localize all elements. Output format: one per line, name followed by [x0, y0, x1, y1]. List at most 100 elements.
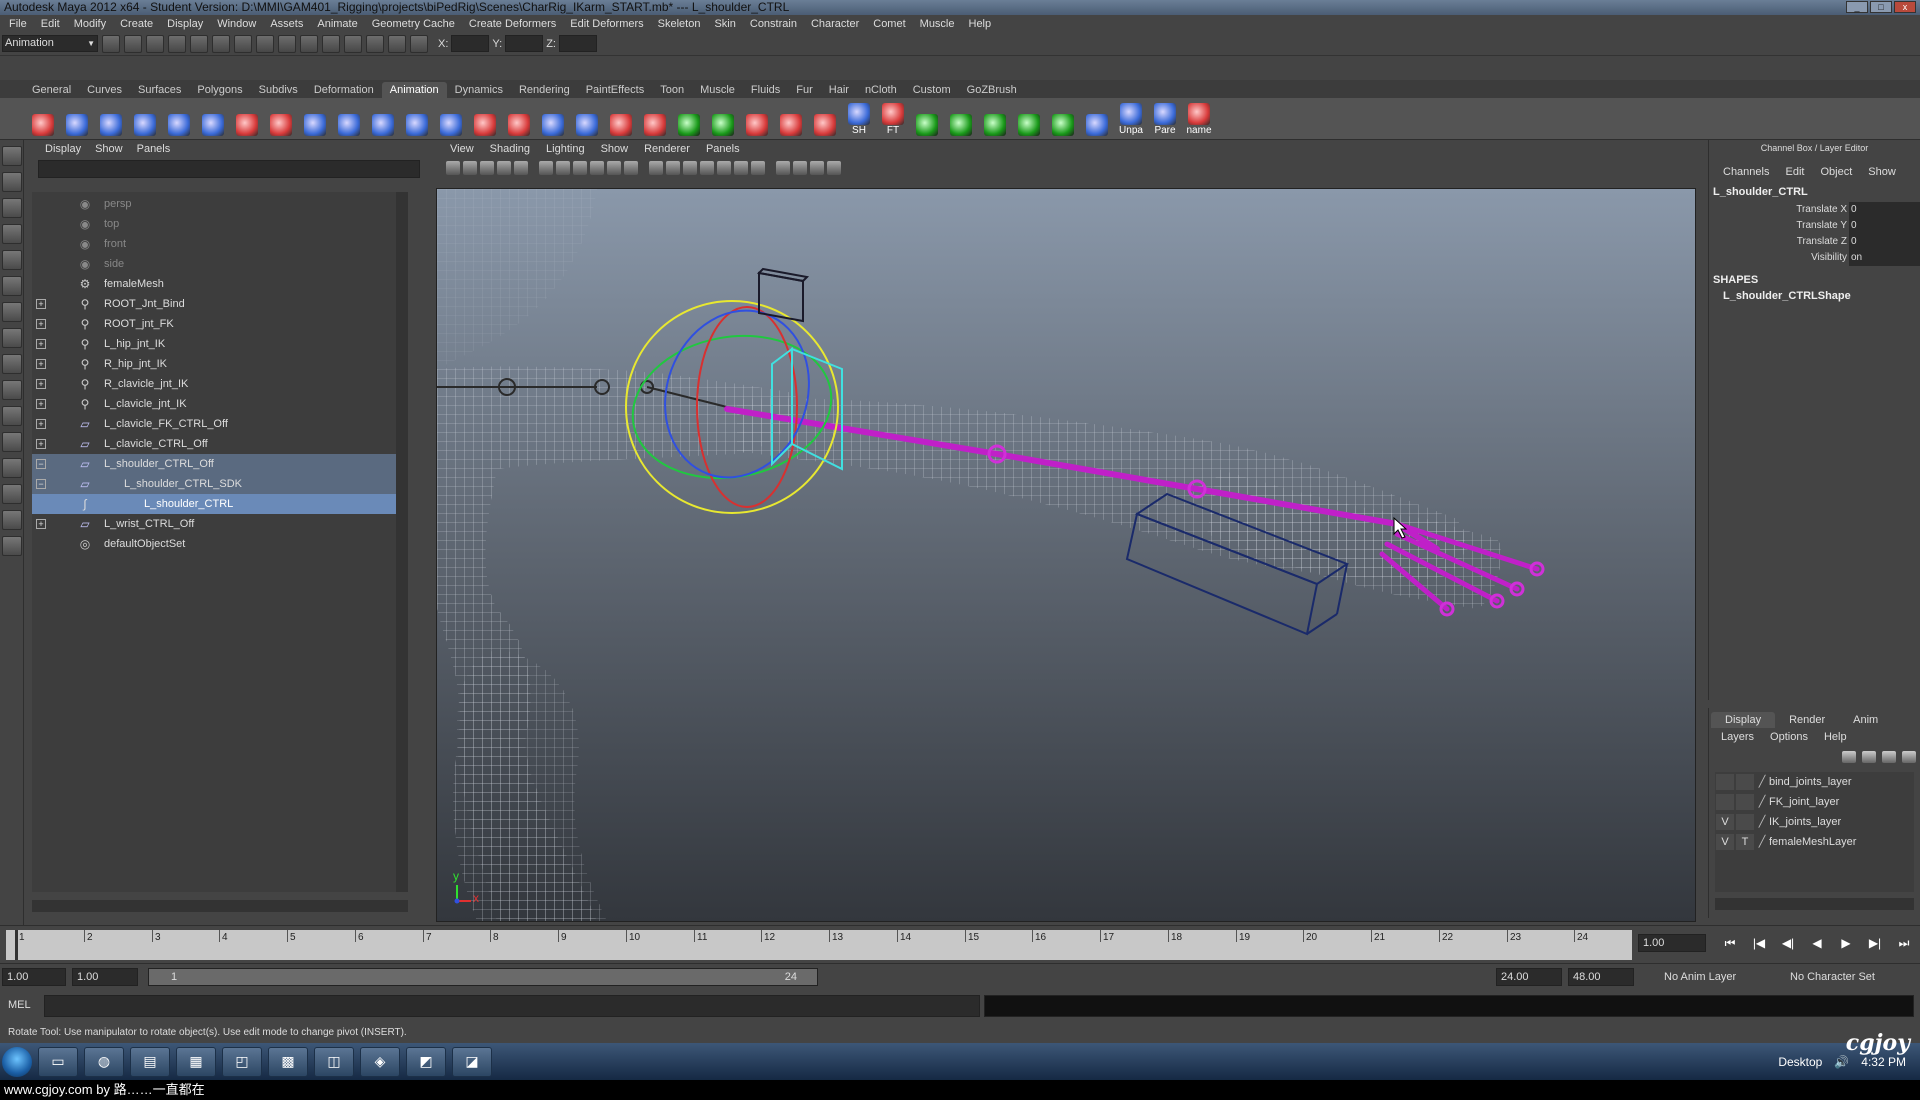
shelf-button-aim-constraint[interactable]: [742, 102, 772, 136]
menu-constrain[interactable]: Constrain: [743, 18, 804, 30]
menu-edit-deformers[interactable]: Edit Deformers: [563, 18, 650, 30]
close-button[interactable]: x: [1894, 1, 1916, 13]
lights-icon[interactable]: [717, 161, 731, 175]
layer-row[interactable]: V ╱ IK_joints_layer: [1715, 812, 1914, 832]
channel-row[interactable]: Translate Y0: [1709, 218, 1920, 234]
layer-menu-layers[interactable]: Layers: [1713, 731, 1762, 743]
save-scene-icon[interactable]: [146, 34, 164, 53]
shelf-tab-surfaces[interactable]: Surfaces: [130, 82, 189, 98]
firefox-taskbar-icon[interactable]: ◍: [84, 1046, 124, 1077]
shelf-button-ik-handle[interactable]: [62, 102, 92, 136]
menu-set-dropdown[interactable]: Animation: [2, 35, 98, 52]
shelf-button-smooth-bind[interactable]: [436, 102, 466, 136]
move-layer-up-icon[interactable]: [1842, 751, 1856, 763]
maya-taskbar-icon[interactable]: ◈: [360, 1046, 400, 1077]
go-to-end-button[interactable]: ⏭: [1892, 934, 1916, 952]
shelf-tab-general[interactable]: General: [24, 82, 79, 98]
xray-joints-icon[interactable]: [810, 161, 824, 175]
single-view-layout-icon[interactable]: [2, 406, 22, 426]
menu-skin[interactable]: Skin: [707, 18, 742, 30]
menu-edit[interactable]: Edit: [34, 18, 67, 30]
shelf-button-curve-2[interactable]: [946, 102, 976, 136]
expand-icon[interactable]: +: [36, 519, 46, 529]
layer-color-swatch[interactable]: ╱: [1755, 792, 1769, 812]
menu-create[interactable]: Create: [113, 18, 160, 30]
camera-attributes-icon[interactable]: [463, 161, 477, 175]
current-time-field[interactable]: 1.00: [1638, 934, 1706, 952]
select-component-icon[interactable]: [212, 34, 230, 53]
expand-icon[interactable]: +: [36, 339, 46, 349]
current-time-indicator[interactable]: [15, 930, 18, 960]
render-settings-icon[interactable]: [388, 34, 406, 53]
shape-node-name[interactable]: L_shoulder_CTRLShape: [1709, 290, 1920, 302]
maximize-button[interactable]: □: [1870, 1, 1892, 13]
desktop-toolbar[interactable]: Desktop: [1778, 1055, 1822, 1069]
cb-menu-object[interactable]: Object: [1812, 166, 1860, 178]
time-slider-track[interactable]: 1 2 3 4 5 6 7 8 9 10 11 12 13 14 15 16 17 18 19 20 21 22 23 24: [6, 930, 1632, 960]
outliner-horizontal-scrollbar[interactable]: [32, 900, 408, 912]
shelf-tab-deformation[interactable]: Deformation: [306, 82, 382, 98]
four-view-layout-icon[interactable]: [2, 432, 22, 452]
outliner-row[interactable]: + ⚲ ROOT_Jnt_Bind: [32, 294, 408, 314]
expand-icon[interactable]: +: [36, 419, 46, 429]
layer-menu-help[interactable]: Help: [1816, 731, 1855, 743]
resolution-gate-icon[interactable]: [556, 161, 570, 175]
shelf-tab-painteffects[interactable]: PaintEffects: [578, 82, 653, 98]
shelf-tab-hair[interactable]: Hair: [821, 82, 857, 98]
viewport-canvas[interactable]: y x: [436, 188, 1696, 922]
step-back-frame-button[interactable]: ◀|: [1776, 934, 1800, 952]
photoshop-taskbar-icon[interactable]: ▩: [268, 1046, 308, 1077]
menu-help[interactable]: Help: [962, 18, 999, 30]
shelf-button-sh[interactable]: SH: [844, 102, 874, 136]
open-scene-icon[interactable]: [124, 34, 142, 53]
channel-value[interactable]: 0: [1849, 202, 1920, 218]
layer-display-type-toggle[interactable]: [1736, 774, 1754, 790]
animation-start-field[interactable]: 1.00: [2, 968, 66, 986]
paint-select-icon[interactable]: [2, 198, 22, 218]
menu-assets[interactable]: Assets: [263, 18, 310, 30]
shelf-button-curve-4[interactable]: [1014, 102, 1044, 136]
mel-input[interactable]: [44, 995, 980, 1017]
menu-animate[interactable]: Animate: [310, 18, 364, 30]
channel-row[interactable]: Translate Z0: [1709, 234, 1920, 250]
expand-icon[interactable]: +: [36, 439, 46, 449]
symmetry-icon[interactable]: [827, 161, 841, 175]
bookmark-icon[interactable]: [480, 161, 494, 175]
shelf-button-insert-joint[interactable]: [232, 102, 262, 136]
menu-window[interactable]: Window: [210, 18, 263, 30]
shelf-tab-fur[interactable]: Fur: [788, 82, 821, 98]
word-taskbar-icon[interactable]: ▤: [130, 1046, 170, 1077]
menu-skeleton[interactable]: Skeleton: [651, 18, 708, 30]
notepad-taskbar-icon[interactable]: ▦: [176, 1046, 216, 1077]
layer-color-swatch[interactable]: ╱: [1755, 812, 1769, 832]
shadows-icon[interactable]: [734, 161, 748, 175]
collapse-icon[interactable]: −: [36, 459, 46, 469]
shelf-button-orient-joint[interactable]: [334, 102, 364, 136]
select-hierarchy-icon[interactable]: [168, 34, 186, 53]
camera-select-icon[interactable]: [446, 161, 460, 175]
shelf-tab-custom[interactable]: Custom: [905, 82, 959, 98]
safe-action-icon[interactable]: [607, 161, 621, 175]
layer-row[interactable]: ╱ bind_joints_layer: [1715, 772, 1914, 792]
layer-scrollbar[interactable]: [1715, 898, 1914, 910]
history-icon[interactable]: [322, 34, 340, 53]
shelf-tab-muscle[interactable]: Muscle: [692, 82, 743, 98]
outliner-menu-display[interactable]: Display: [38, 143, 88, 155]
shelf-tab-toon[interactable]: Toon: [652, 82, 692, 98]
menu-character[interactable]: Character: [804, 18, 866, 30]
outliner-row[interactable]: + ▱ L_clavicle_CTRL_Off: [32, 434, 408, 454]
shelf-tab-curves[interactable]: Curves: [79, 82, 130, 98]
shelf-button-remove-joint[interactable]: [266, 102, 296, 136]
shelf-tab-animation[interactable]: Animation: [381, 82, 447, 98]
shelf-tab-dynamics[interactable]: Dynamics: [447, 82, 511, 98]
character-set-dropdown[interactable]: No Character Set: [1790, 968, 1875, 986]
outliner-row[interactable]: + ⚲ R_hip_jnt_IK: [32, 354, 408, 374]
layer-color-swatch[interactable]: ╱: [1755, 832, 1769, 852]
cb-menu-channels[interactable]: Channels: [1715, 166, 1777, 178]
outliner-filter-field[interactable]: [38, 160, 420, 178]
start-button[interactable]: [2, 1046, 32, 1077]
render-icon[interactable]: [344, 34, 362, 53]
move-tool-icon[interactable]: [2, 224, 22, 244]
outliner-row[interactable]: − ▱ L_shoulder_CTRL_SDK: [32, 474, 408, 494]
shelf-button-parent[interactable]: Pare: [1150, 102, 1180, 136]
